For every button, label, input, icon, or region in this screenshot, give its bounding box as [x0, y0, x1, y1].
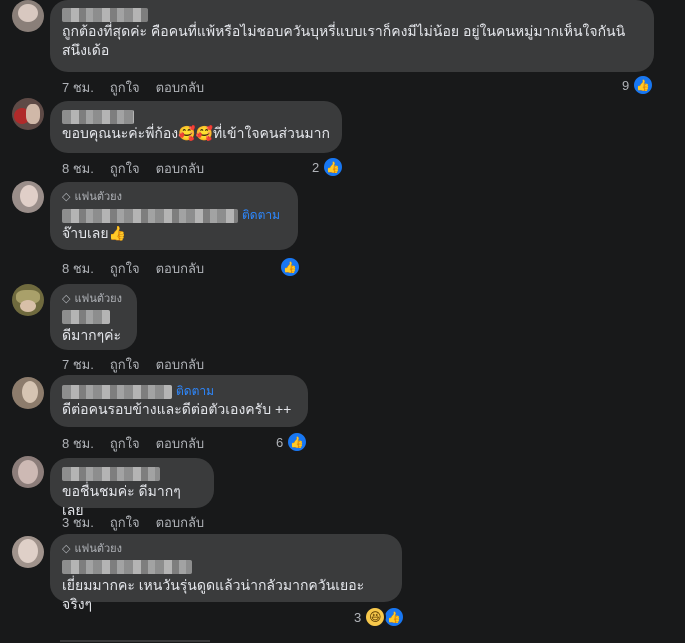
reply-button[interactable]: ตอบกลับ [156, 258, 205, 279]
comment-actions: 8 ชม. ถูกใจ ตอบกลับ [62, 258, 220, 279]
diamond-icon: ◇ [62, 292, 71, 305]
follow-button[interactable]: ติดตาม [242, 208, 280, 222]
like-button[interactable]: ถูกใจ [110, 77, 140, 98]
like-icon: 👍 [632, 74, 655, 96]
commenter-name[interactable] [62, 108, 330, 124]
haha-icon: 😆 [364, 606, 387, 628]
avatar[interactable] [12, 181, 44, 213]
avatar[interactable] [12, 377, 44, 409]
comment-bubble: ◇ แฟนตัวยง ติดตาม จ๊าบเลย👍 [50, 182, 298, 250]
reply-button[interactable]: ตอบกลับ [156, 354, 205, 375]
comment-bubble: ◇ แฟนตัวยง เยี่ยมมากคะ เหนวันรุ่นดูดแล้วน… [50, 534, 402, 612]
like-icon: 👍 [279, 256, 301, 278]
comment-actions: 3 ชม. ถูกใจ ตอบกลับ [62, 512, 220, 533]
comment-bubble: ติดตาม ดีต่อคนรอบข้างและดีต่อตัวเองครับ … [50, 375, 308, 427]
smiling-hearts-emoji: 🥰🥰 [178, 125, 214, 141]
comment-actions: 8 ชม. ถูกใจ ตอบกลับ [62, 158, 220, 179]
like-button[interactable]: ถูกใจ [110, 512, 140, 533]
reaction-count: 2 [312, 159, 320, 175]
reaction-count: 6 [276, 434, 284, 450]
timestamp[interactable]: 8 ชม. [62, 433, 94, 454]
like-button[interactable]: ถูกใจ [110, 258, 140, 279]
reaction-summary[interactable]: 9 👍 [622, 74, 655, 96]
avatar[interactable] [12, 0, 44, 32]
next-comment-actions-cut [60, 634, 230, 643]
avatar[interactable] [12, 456, 44, 488]
reply-button[interactable]: ตอบกลับ [156, 433, 205, 454]
avatar[interactable] [12, 98, 44, 130]
like-icon: 👍 [286, 431, 309, 453]
commenter-name[interactable] [62, 465, 202, 482]
reply-button[interactable]: ตอบกลับ [156, 512, 205, 533]
fan-badge: ◇ แฟนตัวยง [62, 542, 123, 556]
comment-bubble: ขอบคุณนะค่ะพี่ก้อง🥰🥰ที่เข้าใจคนส่วนมาก [50, 101, 342, 153]
like-button[interactable]: ถูกใจ [110, 354, 140, 375]
scrollbar-track[interactable] [681, 0, 685, 643]
like-icon: 👍 [383, 606, 406, 628]
comment-bubble: ขอชื่นชมค่ะ ดีมากๆเลย [50, 458, 214, 518]
reaction-summary[interactable]: 3 😆 👍 [354, 606, 406, 628]
comment-text: ขอบคุณนะค่ะพี่ก้อง🥰🥰ที่เข้าใจคนส่วนมาก [62, 125, 330, 141]
comment-actions: 7 ชม. ถูกใจ ตอบกลับ [62, 354, 220, 375]
commenter-name[interactable] [62, 308, 125, 326]
fan-badge: ◇ แฟนตัวยง [62, 292, 123, 306]
timestamp[interactable]: 7 ชม. [62, 354, 94, 375]
reaction-count: 9 [622, 77, 630, 93]
commenter-name[interactable]: ติดตาม [62, 382, 296, 400]
comment-actions: 8 ชม. ถูกใจ ตอบกลับ [62, 433, 220, 454]
reply-button[interactable]: ตอบกลับ [156, 77, 205, 98]
comment-text: ถูกต้องที่สุดค่ะ คือคนที่แพ้หรือไม่ชอบคว… [62, 23, 626, 58]
timestamp[interactable]: 8 ชม. [62, 258, 94, 279]
comment-text: ดีต่อคนรอบข้างและดีต่อตัวเองครับ ++ [62, 401, 292, 417]
follow-button[interactable]: ติดตาม [176, 384, 214, 398]
comment-bubble: ◇ แฟนตัวยง ดีมากๆค่ะ [50, 284, 137, 350]
like-button[interactable]: ถูกใจ [110, 158, 140, 179]
like-icon: 👍 [322, 156, 345, 178]
diamond-icon: ◇ [62, 542, 71, 555]
avatar[interactable] [12, 284, 44, 316]
comment-text: จ๊าบเลย👍 [62, 225, 126, 241]
comment-bubble: ถูกต้องที่สุดค่ะ คือคนที่แพ้หรือไม่ชอบคว… [50, 0, 654, 72]
reaction-summary[interactable]: 6 👍 [276, 431, 309, 453]
comment-text: ดีมากๆค่ะ [62, 327, 122, 343]
reaction-summary[interactable]: 2 👍 [312, 156, 345, 178]
avatar[interactable] [12, 536, 44, 568]
comment-actions: 7 ชม. ถูกใจ ตอบกลับ [62, 77, 220, 98]
thumbs-up-emoji: 👍 [108, 225, 126, 241]
fan-badge: ◇ แฟนตัวยง [62, 190, 123, 204]
timestamp[interactable]: 3 ชม. [62, 512, 94, 533]
reaction-count: 3 [354, 609, 362, 625]
reaction-summary[interactable]: 👍 [279, 256, 301, 278]
comment-text: เยี่ยมมากคะ เหนวันรุ่นดูดแล้วน่ากลัวมากค… [62, 577, 365, 612]
commenter-name[interactable] [62, 558, 390, 576]
commenter-name[interactable]: ติดตาม [62, 206, 286, 224]
reply-button[interactable]: ตอบกลับ [156, 158, 205, 179]
timestamp[interactable]: 8 ชม. [62, 158, 94, 179]
commenter-name[interactable] [62, 6, 642, 22]
like-button[interactable]: ถูกใจ [110, 433, 140, 454]
timestamp[interactable]: 7 ชม. [62, 77, 94, 98]
diamond-icon: ◇ [62, 190, 71, 203]
